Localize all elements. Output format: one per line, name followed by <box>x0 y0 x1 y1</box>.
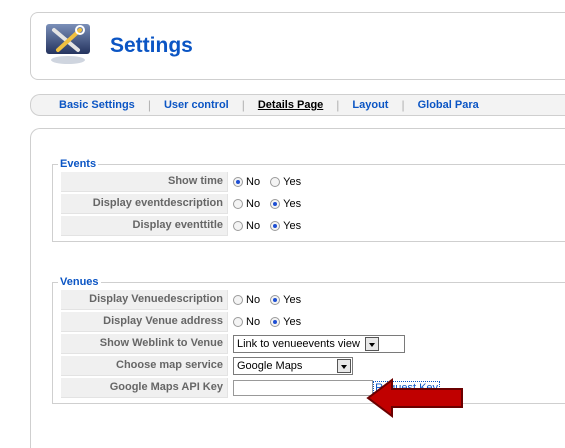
tab-separator: | <box>241 98 245 112</box>
radio-label: Yes <box>283 316 302 329</box>
tools-icon <box>46 24 90 64</box>
setting-row-venue-address: Display Venue address No Yes <box>61 312 440 332</box>
radio-label: Yes <box>283 294 302 307</box>
radio-label: Yes <box>283 198 302 211</box>
radio-venuedescription-no[interactable] <box>233 295 243 306</box>
radio-venue-address-no[interactable] <box>233 317 243 328</box>
setting-label: Choose map service <box>61 356 228 376</box>
tab-user-control[interactable]: User control <box>164 99 229 111</box>
venues-fieldset: Venues Display Venuedescription No Yes D… <box>52 276 565 404</box>
radio-label: No <box>246 198 261 211</box>
setting-row-display-eventdescription: Display eventdescription No Yes <box>61 194 308 214</box>
tab-details-page[interactable]: Details Page <box>258 99 323 111</box>
tab-basic-settings[interactable]: Basic Settings <box>59 99 135 111</box>
radio-venue-address-yes[interactable] <box>270 317 281 328</box>
chevron-down-icon <box>364 337 379 351</box>
tab-separator: | <box>147 98 151 112</box>
radio-label: Yes <box>283 220 302 233</box>
radio-show-time-no[interactable] <box>233 177 243 188</box>
radio-show-time-yes[interactable] <box>270 177 281 188</box>
setting-row-map-service: Choose map service Google Maps <box>61 356 440 376</box>
radio-label: No <box>246 316 261 329</box>
setting-label: Show Weblink to Venue <box>61 334 228 354</box>
setting-row-show-time: Show time No Yes <box>61 172 308 192</box>
api-key-input[interactable] <box>233 380 373 396</box>
radio-label: No <box>246 220 261 233</box>
setting-label: Display eventtitle <box>61 216 228 236</box>
map-service-select-value: Google Maps <box>237 360 303 372</box>
setting-row-weblink: Show Weblink to Venue Link to venueevent… <box>61 334 440 354</box>
weblink-select-value: Link to venueevents view <box>237 338 360 350</box>
tab-separator: | <box>401 98 405 112</box>
tab-global-parameters[interactable]: Global Para <box>418 99 479 111</box>
radio-label: Yes <box>283 176 302 189</box>
weblink-select[interactable]: Link to venueevents view <box>233 335 405 353</box>
venues-legend: Venues <box>60 276 99 288</box>
events-legend: Events <box>60 158 97 170</box>
radio-venuedescription-yes[interactable] <box>270 295 281 306</box>
setting-row-display-eventtitle: Display eventtitle No Yes <box>61 216 308 236</box>
tab-bar: Basic Settings | User control | Details … <box>30 94 565 116</box>
radio-eventtitle-yes[interactable] <box>270 221 281 232</box>
red-arrow-icon <box>366 378 463 418</box>
radio-label: No <box>246 176 261 189</box>
radio-eventdescription-no[interactable] <box>233 199 243 210</box>
setting-row-venuedescription: Display Venuedescription No Yes <box>61 290 440 310</box>
events-fieldset: Events Show time No Yes Display eventdes… <box>52 158 565 242</box>
setting-label: Display Venue address <box>61 312 228 332</box>
radio-label: No <box>246 294 261 307</box>
tab-separator: | <box>336 98 340 112</box>
tab-layout[interactable]: Layout <box>352 99 388 111</box>
setting-label: Show time <box>61 172 228 192</box>
map-service-select[interactable]: Google Maps <box>233 357 353 375</box>
setting-label: Google Maps API Key <box>61 378 228 398</box>
page-title: Settings <box>110 34 193 57</box>
setting-label: Display eventdescription <box>61 194 228 214</box>
radio-eventdescription-yes[interactable] <box>270 199 281 210</box>
chevron-down-icon <box>337 359 351 373</box>
radio-eventtitle-no[interactable] <box>233 221 243 232</box>
setting-label: Display Venuedescription <box>61 290 228 310</box>
